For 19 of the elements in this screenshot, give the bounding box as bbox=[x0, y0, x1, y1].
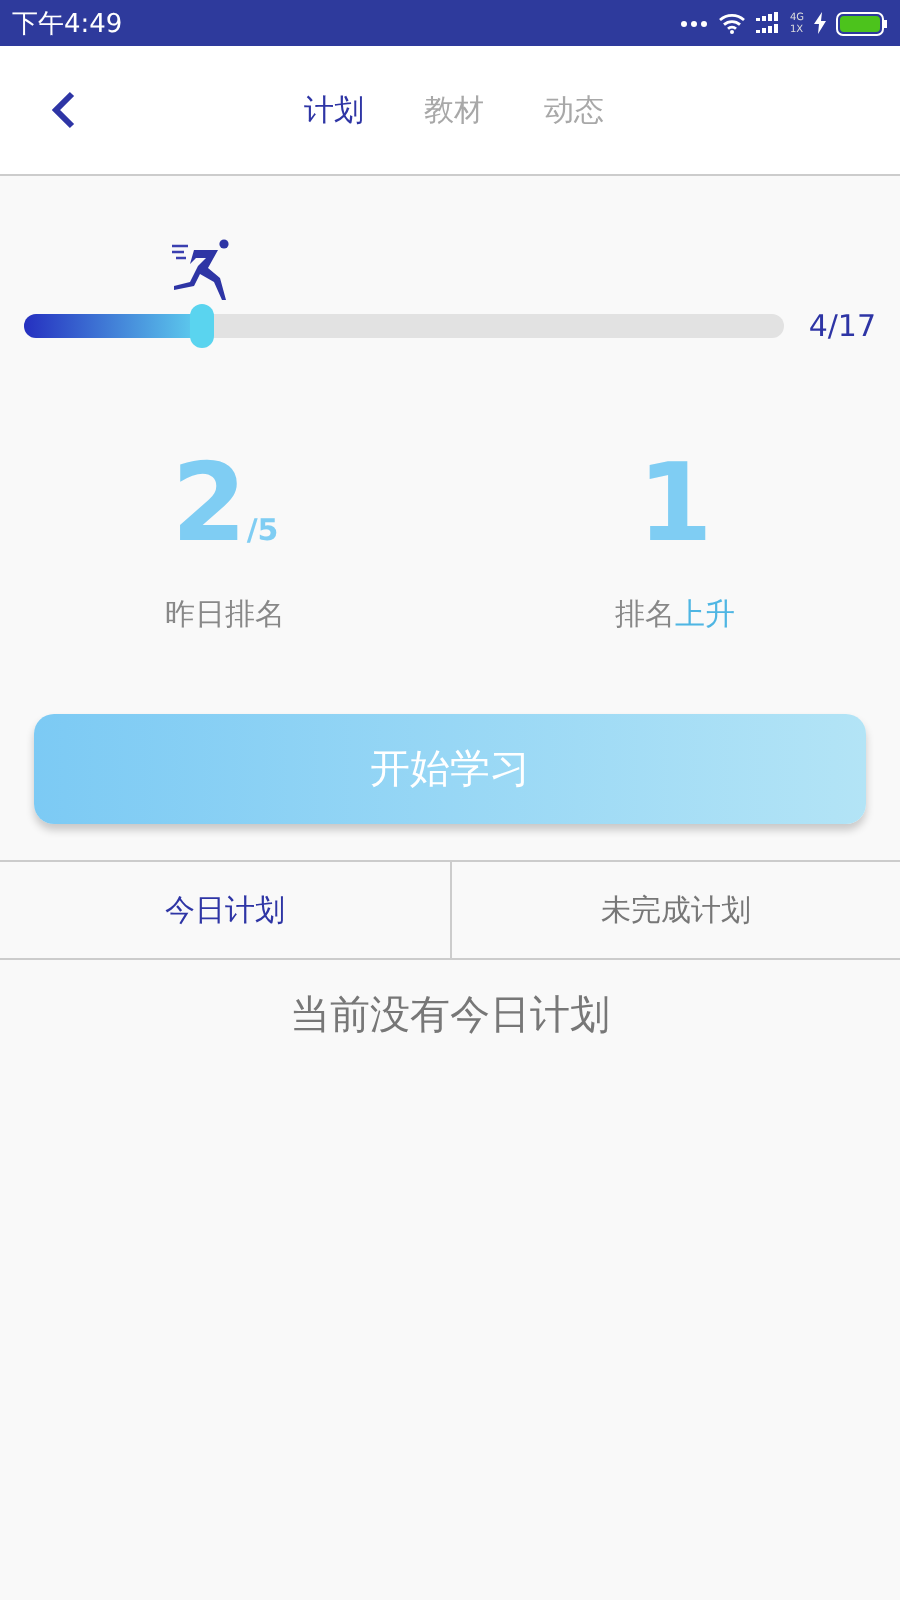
empty-message: 当前没有今日计划 bbox=[288, 988, 612, 1042]
charging-icon bbox=[814, 12, 826, 34]
status-time: 下午4:49 bbox=[12, 7, 123, 41]
signal-icon bbox=[755, 12, 780, 34]
header-tab[interactable]: 动态 bbox=[544, 91, 604, 129]
more-icon bbox=[679, 19, 708, 27]
wifi-icon bbox=[717, 12, 746, 34]
rank-value: 2 bbox=[171, 448, 247, 560]
plan-tab[interactable]: 未完成计划 bbox=[449, 862, 900, 958]
progress-reading: 4/17 bbox=[808, 308, 876, 344]
back-icon[interactable] bbox=[52, 90, 76, 130]
plan-tab[interactable]: 今日计划 bbox=[0, 862, 449, 958]
rank-total: /5 bbox=[246, 512, 279, 548]
battery-icon bbox=[836, 11, 888, 35]
rank-label: 排名上升 bbox=[615, 596, 735, 634]
header-tab[interactable]: 教材 bbox=[424, 91, 484, 129]
header-tab[interactable]: 计划 bbox=[304, 91, 364, 129]
rank-label: 昨日排名 bbox=[165, 596, 285, 634]
rank-value: 1 bbox=[637, 448, 713, 560]
